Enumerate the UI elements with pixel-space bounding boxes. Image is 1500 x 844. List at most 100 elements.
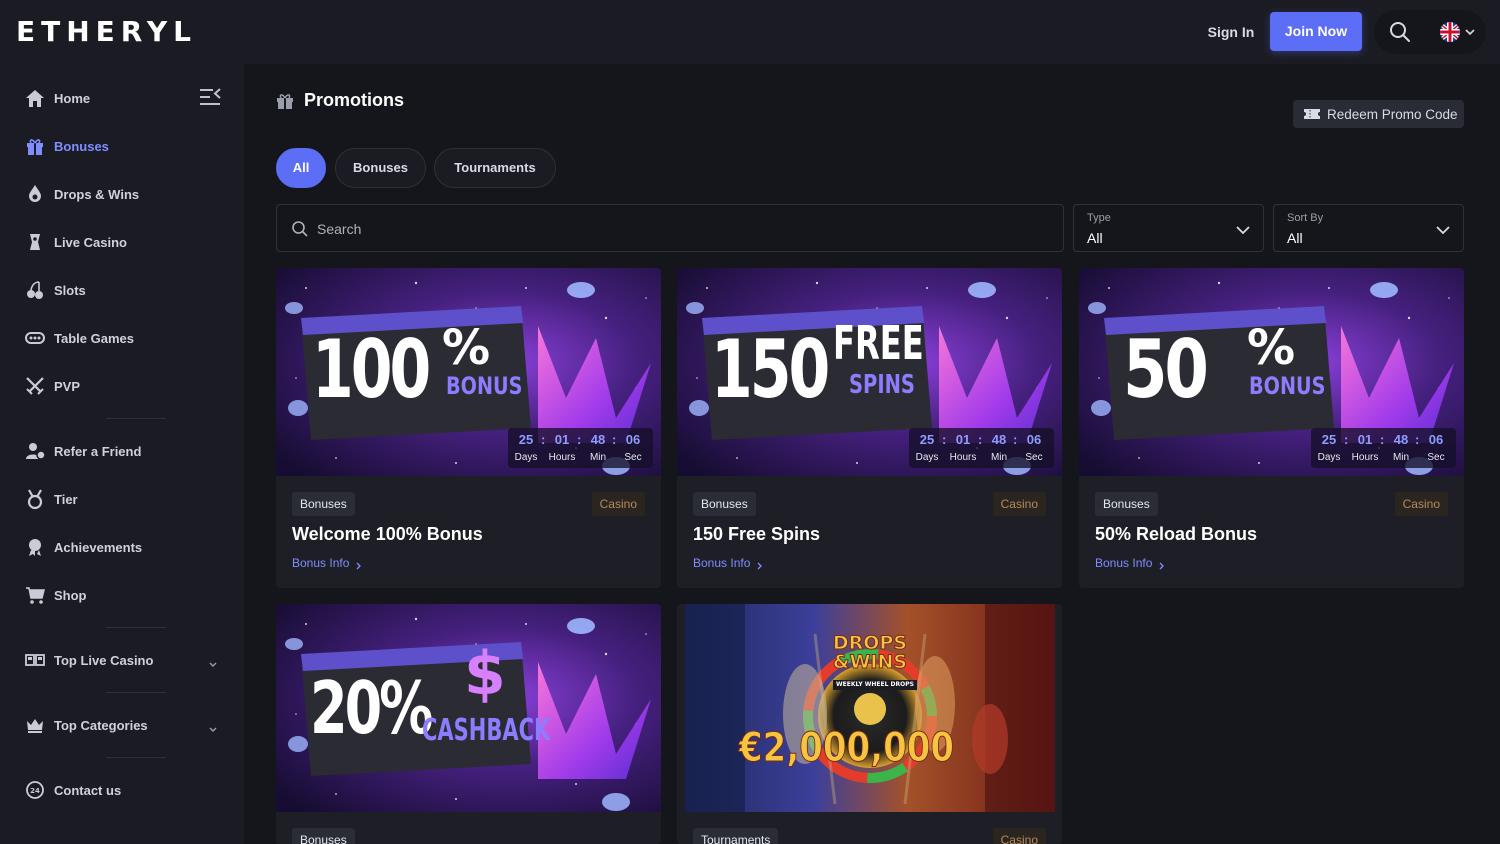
tab-all[interactable]: All: [276, 148, 326, 188]
redeem-promo-label: Redeem Promo Code: [1327, 106, 1458, 122]
chevron-right-icon: [1158, 559, 1166, 570]
type-badge: Bonuses: [292, 828, 355, 844]
site-logo[interactable]: ETHERYL: [16, 16, 197, 48]
sidebar-item-label: Live Casino: [54, 234, 127, 250]
language-selector[interactable]: [1438, 20, 1478, 44]
timer-days: 25: [518, 432, 534, 447]
promo-banner[interactable]: DROPS &WINS WEEKLY WHEEL DROPS €2,000,00…: [685, 604, 1055, 812]
swords-icon: [24, 375, 46, 397]
sidebar-item-label: Contact us: [54, 782, 122, 798]
promo-banner[interactable]: 20% $ CASHBACK: [276, 604, 661, 812]
sidebar-item-drops-wins[interactable]: Drops & Wins: [24, 180, 224, 208]
category-badge: Casino: [992, 828, 1046, 844]
bonus-info-link[interactable]: Bonus Info: [693, 556, 764, 570]
sidebar-item-label: Table Games: [54, 330, 134, 346]
banner-headline: 20%: [310, 666, 433, 750]
category-badge: Casino: [992, 492, 1046, 516]
search-box: [276, 204, 1064, 252]
timer-label: Days: [915, 452, 939, 463]
join-now-button[interactable]: Join Now: [1270, 12, 1362, 51]
tab-bonuses[interactable]: Bonuses: [335, 148, 426, 188]
promo-banner[interactable]: 100 % BONUS 25 : 01 : 48 : 06 Days Hours…: [276, 268, 661, 476]
promo-banner[interactable]: 50 % BONUS 25 : 01 : 48 : 06 Days Hours …: [1079, 268, 1464, 476]
tab-tournaments[interactable]: Tournaments: [434, 148, 556, 188]
table-games-icon: [24, 327, 46, 349]
sidebar-item-label: Drops & Wins: [54, 186, 140, 202]
bonus-info-link[interactable]: Bonus Info: [292, 556, 363, 570]
sidebar-divider: [106, 627, 166, 628]
chevron-down-icon: [208, 656, 218, 674]
sidebar-item-live-casino[interactable]: Live Casino: [24, 228, 224, 256]
search-icon: [291, 220, 309, 238]
banner-symbol: $: [464, 639, 506, 709]
timer-label: Min: [990, 452, 1008, 463]
sidebar-item-label: Tier: [54, 491, 78, 507]
category-badge: Casino: [591, 492, 645, 516]
banner-headline: DROPS &WINS: [832, 632, 908, 673]
bonus-info-label: Bonus Info: [292, 556, 350, 570]
sidebar-item-top-categories[interactable]: Top Categories: [24, 711, 224, 739]
sidebar-item-pvp[interactable]: PVP: [24, 372, 224, 400]
type-badge: Bonuses: [693, 492, 756, 516]
type-badge: Bonuses: [292, 492, 355, 516]
medal-icon: [24, 488, 46, 510]
drops-wins-icon: [24, 183, 46, 205]
promo-card[interactable]: 100 % BONUS 25 : 01 : 48 : 06 Days Hours…: [276, 268, 661, 588]
promo-card[interactable]: 150 FREE SPINS 25 : 01 : 48 : 06 Days Ho…: [677, 268, 1062, 588]
timer-label: Hours: [949, 452, 977, 463]
timer-label: Min: [589, 452, 607, 463]
timer-label: Sec: [1025, 452, 1043, 463]
promo-card[interactable]: 20% $ CASHBACK Bonuses: [276, 604, 661, 844]
timer-days: 25: [919, 432, 935, 447]
sidebar-item-top-live-casino[interactable]: Top Live Casino: [24, 646, 224, 674]
page-header: Promotions: [276, 90, 404, 111]
sidebar-item-contact-us[interactable]: 24 Contact us: [24, 776, 224, 804]
sidebar-item-bonuses[interactable]: Bonuses: [24, 132, 224, 160]
promo-banner[interactable]: 150 FREE SPINS 25 : 01 : 48 : 06 Days Ho…: [677, 268, 1062, 476]
timer-min: 48: [991, 432, 1007, 447]
sidebar-item-achievements[interactable]: Achievements: [24, 533, 224, 561]
header-tools: [1374, 10, 1486, 54]
sign-in-button[interactable]: Sign In: [1196, 20, 1266, 44]
search-input[interactable]: [317, 217, 1017, 241]
top-header: ETHERYL Sign In Join Now: [0, 0, 1500, 64]
sidebar-divider: [106, 692, 166, 693]
svg-text:24: 24: [30, 787, 40, 795]
redeem-promo-button[interactable]: Redeem Promo Code: [1293, 100, 1464, 128]
timer-label: Hours: [1351, 452, 1379, 463]
sidebar-item-slots[interactable]: Slots: [24, 276, 224, 304]
type-filter-label: Type: [1087, 212, 1111, 224]
bonus-info-link[interactable]: Bonus Info: [1095, 556, 1166, 570]
sidebar-item-label: Refer a Friend: [54, 443, 142, 459]
sidebar-item-tier[interactable]: Tier: [24, 485, 224, 513]
banner-headline: 50: [1123, 323, 1209, 416]
gift-icon: [276, 92, 294, 110]
banner-headline: 150: [711, 323, 830, 416]
sidebar-item-shop[interactable]: Shop: [24, 581, 224, 609]
timer-hours: 01: [554, 432, 570, 447]
crown-icon: [24, 714, 46, 736]
sidebar-item-table-games[interactable]: Table Games: [24, 324, 224, 352]
sidebar-item-refer-friend[interactable]: Refer a Friend: [24, 437, 224, 465]
timer-label: Days: [514, 452, 538, 463]
timer-min: 48: [590, 432, 606, 447]
banner-subline: BONUS: [1249, 372, 1326, 400]
search-icon[interactable]: [1388, 20, 1412, 44]
chevron-down-icon: [1235, 223, 1251, 235]
promo-card[interactable]: 50 % BONUS 25 : 01 : 48 : 06 Days Hours …: [1079, 268, 1464, 588]
sidebar-item-home[interactable]: Home: [24, 84, 224, 112]
sort-by-select[interactable]: Sort By All: [1273, 204, 1464, 252]
card-title: 150 Free Spins: [693, 524, 821, 544]
promo-card[interactable]: DROPS &WINS WEEKLY WHEEL DROPS €2,000,00…: [677, 604, 1062, 844]
banner-symbol: %: [442, 320, 491, 376]
live-grid-icon: [24, 649, 46, 671]
sidebar-item-label: PVP: [54, 378, 81, 394]
cart-icon: [24, 584, 46, 606]
banner-amount: €2,000,000: [739, 725, 955, 771]
type-filter-select[interactable]: Type All: [1073, 204, 1264, 252]
sidebar-item-label: Home: [54, 90, 91, 106]
support-24-icon: 24: [24, 779, 46, 801]
cherries-icon: [24, 279, 46, 301]
sort-by-label: Sort By: [1287, 212, 1324, 224]
timer-sec: 06: [1428, 432, 1444, 447]
